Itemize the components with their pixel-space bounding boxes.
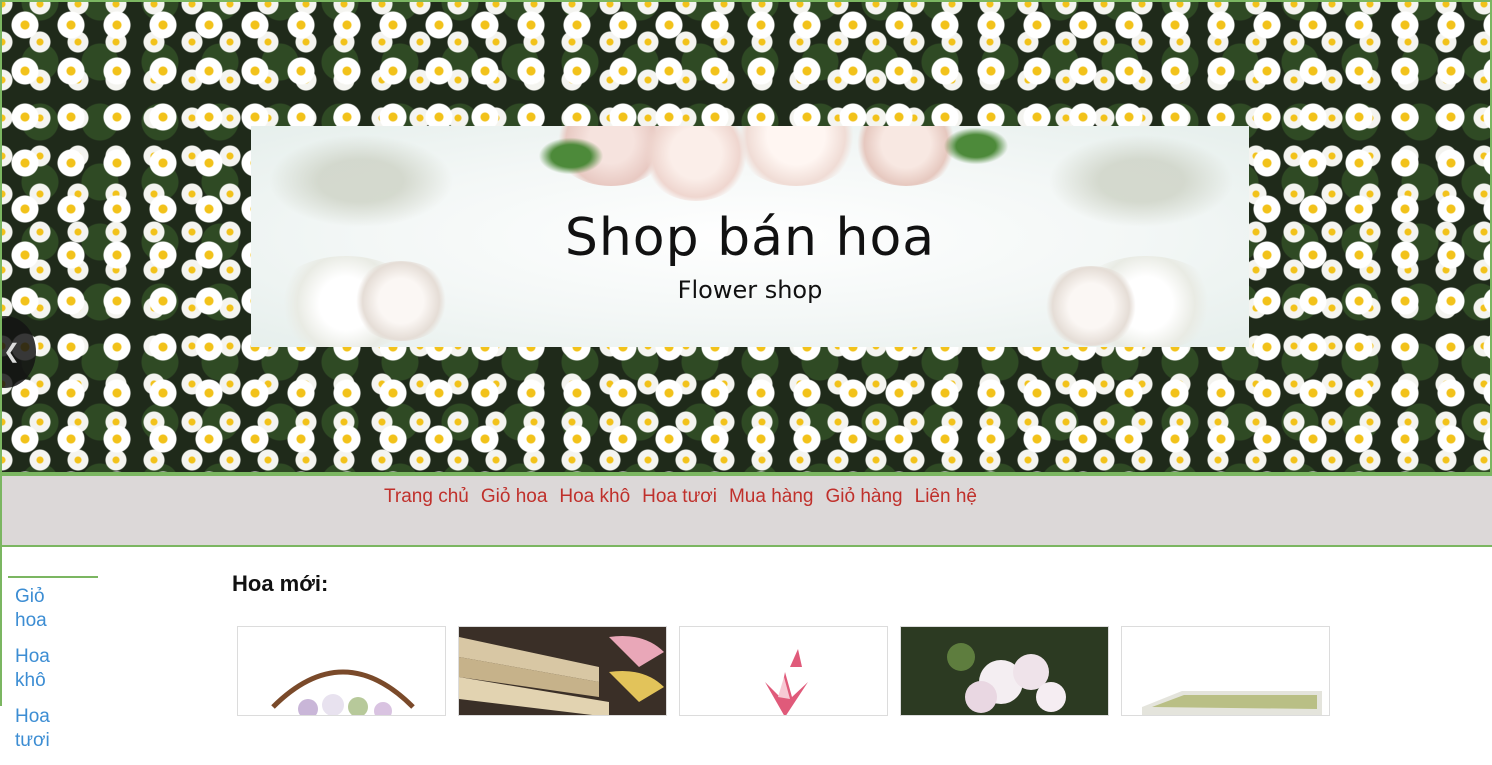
page-left-border [0,547,2,706]
product-image-lily [680,627,887,715]
product-image-orchid [901,627,1108,715]
sidebar-divider [8,576,98,578]
nav-item-contact[interactable]: Liên hệ [915,486,977,508]
sidebar-item-dried-flowers[interactable]: Hoa khô [8,645,68,693]
product-image-flower-box [1122,627,1329,715]
product-image-dried-flowers [459,627,666,715]
chevron-left-icon: ❮ [3,341,20,363]
product-card[interactable] [458,626,667,716]
product-image-basket [271,669,415,715]
slider-prev-arrow[interactable]: ❮ [2,316,36,388]
nav-item-dried-flowers[interactable]: Hoa khô [559,486,630,508]
sidebar: Giỏ hoa Hoa khô Hoa tươi [8,576,98,765]
banner-title: Shop bán hoa [564,208,936,268]
banner-subtitle: Flower shop [677,276,823,304]
header-banner: ❮ Shop bán hoa Flower shop [0,0,1492,474]
nav-item-fresh-flowers[interactable]: Hoa tươi [642,486,717,508]
product-card[interactable] [679,626,888,716]
logo-banner: Shop bán hoa Flower shop [251,126,1249,347]
nav-item-cart[interactable]: Giỏ hàng [826,486,903,508]
section-title: Hoa mới: [232,571,329,596]
nav-item-home[interactable]: Trang chủ [384,486,469,508]
product-card[interactable] [1121,626,1330,716]
nav-item-buy[interactable]: Mua hàng [729,486,814,508]
nav-item-baskets[interactable]: Giỏ hoa [481,486,548,508]
sidebar-item-fresh-flowers[interactable]: Hoa tươi [8,705,68,753]
main-nav: Trang chủ Giỏ hoa Hoa khô Hoa tươi Mua h… [0,474,1492,547]
product-card[interactable] [900,626,1109,716]
product-card[interactable] [237,626,446,716]
sidebar-item-baskets[interactable]: Giỏ hoa [8,585,68,633]
